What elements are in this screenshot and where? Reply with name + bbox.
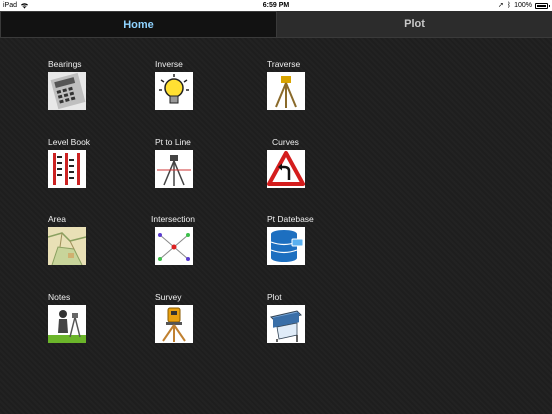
tab-home[interactable]: Home — [0, 11, 277, 38]
level-staff-icon — [48, 150, 86, 188]
home-grid: Bearings Inverse Traverse Level Book Pt … — [0, 38, 552, 414]
level-book-button[interactable]: Level Book — [48, 137, 128, 188]
tab-bar: Home Plot — [0, 11, 552, 38]
battery-percent: 100% — [514, 2, 532, 9]
curve-sign-icon — [267, 150, 305, 188]
item-label: Pt to Line — [155, 137, 191, 147]
item-label: Notes — [48, 292, 71, 302]
pt-datebase-button[interactable]: Pt Datebase — [267, 214, 347, 265]
battery-fill — [537, 4, 546, 7]
status-right: ➚ ᛒ 100% — [498, 0, 550, 11]
intersection-button[interactable]: Intersection — [151, 214, 231, 265]
plotter-icon — [267, 305, 305, 343]
calculator-icon — [48, 72, 86, 110]
item-label: Pt Datebase — [267, 214, 314, 224]
surveyor-icon — [48, 305, 86, 343]
item-label: Plot — [267, 292, 282, 302]
tripod-icon — [267, 72, 305, 110]
database-icon — [267, 227, 305, 265]
curves-button[interactable]: Curves — [267, 137, 347, 188]
traverse-button[interactable]: Traverse — [267, 59, 347, 110]
pt-to-line-button[interactable]: Pt to Line — [155, 137, 235, 188]
area-button[interactable]: Area — [48, 214, 128, 265]
item-label: Curves — [272, 137, 299, 147]
item-label: Area — [48, 214, 66, 224]
item-label: Survey — [155, 292, 182, 302]
inverse-button[interactable]: Inverse — [155, 59, 235, 110]
item-label: Intersection — [151, 214, 195, 224]
item-label: Inverse — [155, 59, 183, 69]
light-bulb-icon — [155, 72, 193, 110]
tab-plot[interactable]: Plot — [277, 11, 552, 38]
notes-button[interactable]: Notes — [48, 292, 128, 343]
map-icon — [48, 227, 86, 265]
status-bar: iPad 6:59 PM ➚ ᛒ 100% — [0, 0, 552, 11]
item-label: Traverse — [267, 59, 301, 69]
item-label: Level Book — [48, 137, 91, 147]
status-time: 6:59 PM — [262, 2, 290, 9]
tripod-lines-icon — [155, 150, 193, 188]
plot-button[interactable]: Plot — [267, 292, 347, 343]
battery-icon — [535, 2, 550, 9]
survey-button[interactable]: Survey — [155, 292, 235, 343]
item-label: Bearings — [48, 59, 82, 69]
bearings-button[interactable]: Bearings — [48, 59, 128, 110]
intersection-icon — [155, 227, 193, 265]
location-icon: ➚ — [498, 2, 504, 9]
bluetooth-icon: ᛒ — [506, 2, 512, 9]
total-station-icon — [155, 305, 193, 343]
